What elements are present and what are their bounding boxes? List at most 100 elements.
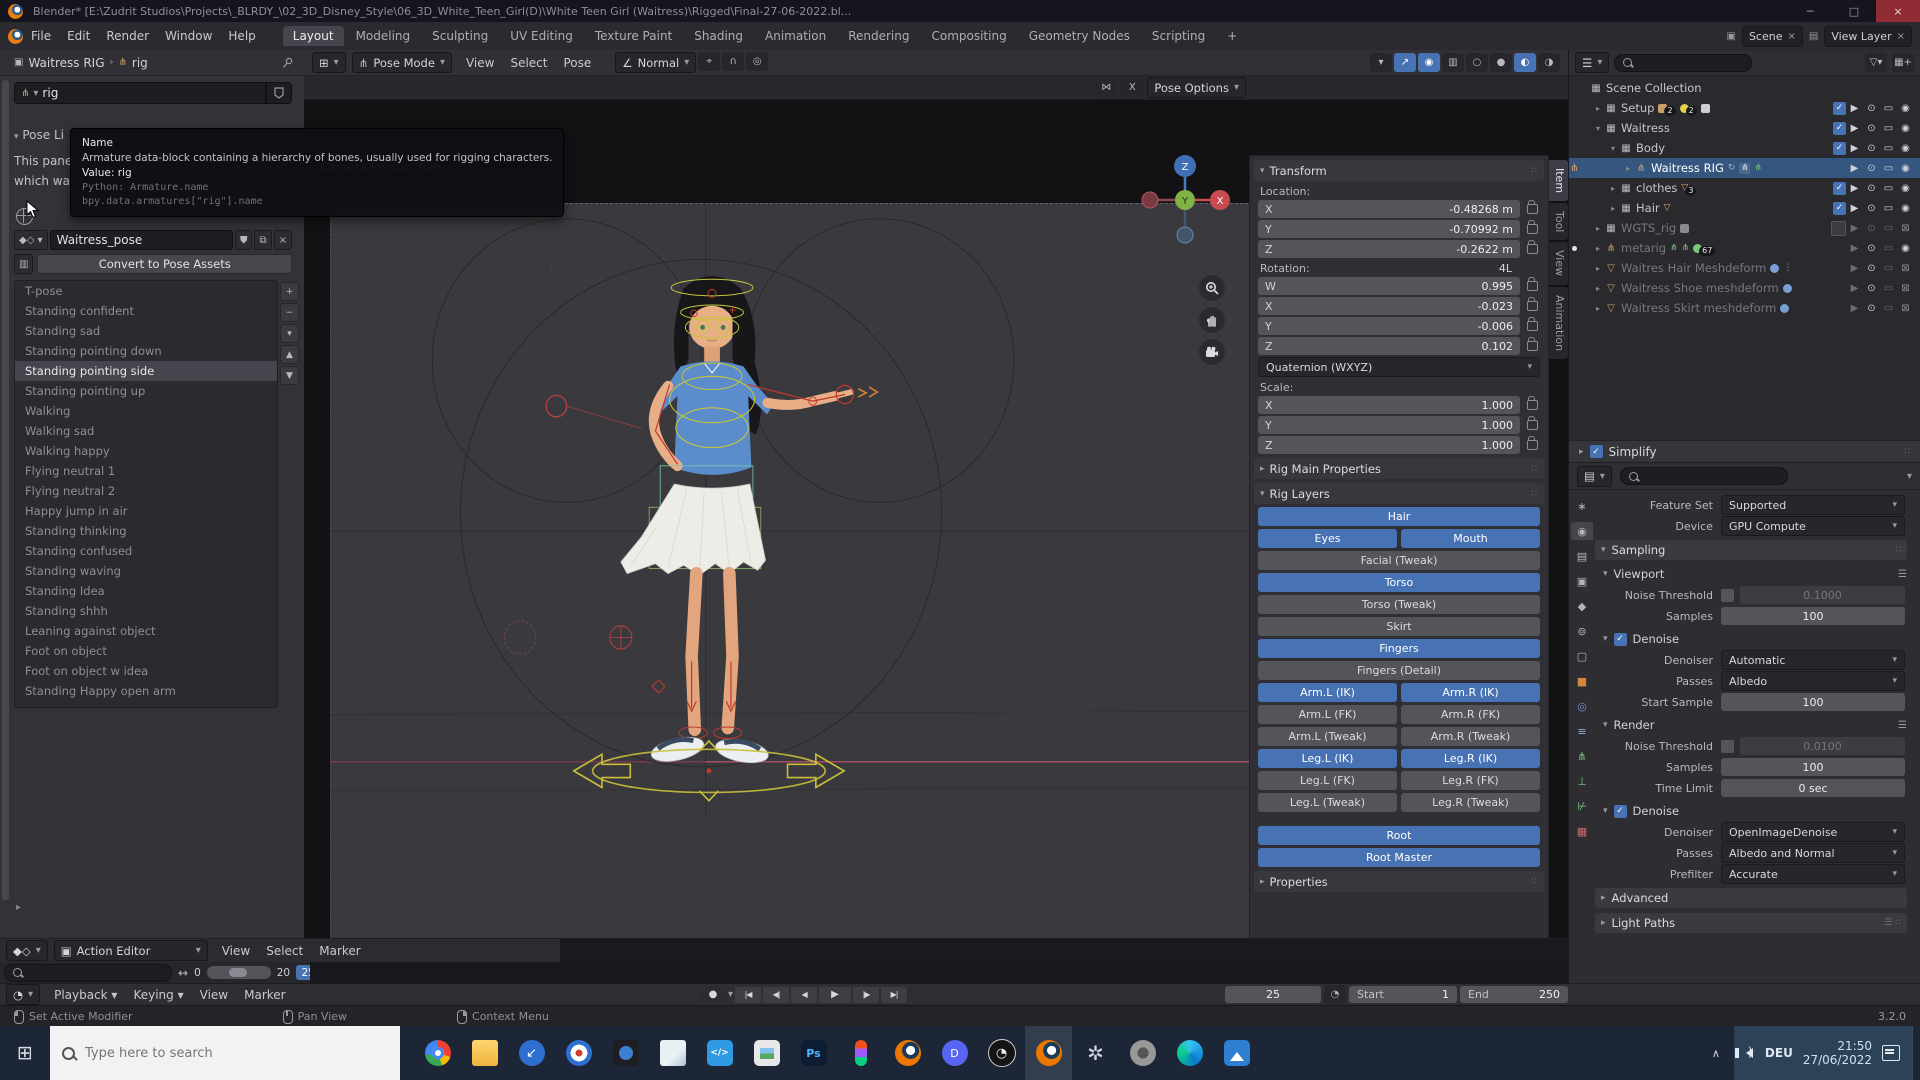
workspace-tab-sculpting[interactable]: Sculpting (422, 26, 498, 46)
cursor-toggle-icon[interactable]: ▶ (1846, 103, 1863, 114)
noise-threshold-checkbox[interactable] (1721, 740, 1734, 753)
rig-layer-button-leg-r-fk[interactable]: Leg.R (FK) (1401, 771, 1540, 790)
overlays-icon[interactable]: ◉ (1418, 53, 1440, 72)
passes-dropdown[interactable]: Albedo▾ (1721, 671, 1905, 691)
rig-layer-button-arm-r-ik[interactable]: Arm.R (IK) (1401, 683, 1540, 702)
proportional-editing-icon[interactable]: ◎ (746, 52, 768, 71)
taskbar-app-obs-studio[interactable]: ◔ (978, 1026, 1025, 1080)
pose-item-t-pose[interactable]: T-pose (15, 281, 277, 301)
snap-magnet-icon[interactable]: ∩ (722, 52, 744, 71)
maximize-button[interactable]: □ (1832, 0, 1876, 22)
screen-toggle-icon[interactable]: ▭ (1880, 303, 1897, 314)
pose-library-panel-header[interactable]: ▾ Pose Li (14, 128, 64, 142)
properties-tab-bone[interactable]: ⊥ (1571, 772, 1593, 790)
time-limit-field[interactable]: 0 sec (1721, 779, 1905, 797)
unlock-icon[interactable] (1527, 420, 1538, 430)
pose-list[interactable]: T-poseStanding confidentStanding sadStan… (14, 280, 278, 708)
play-button[interactable]: ▶ (819, 987, 851, 1003)
unlock-icon[interactable] (1527, 321, 1538, 331)
dope-sheet-search[interactable] (4, 964, 172, 982)
outliner-search[interactable] (1614, 54, 1752, 72)
pose-item-standing-pointing-down[interactable]: Standing pointing down (15, 341, 277, 361)
camera-toggle-icon[interactable]: ◉ (1897, 243, 1914, 254)
outliner-row-body[interactable]: ▾▦Body✓▶⊙▭◉ (1569, 138, 1920, 158)
workspace-tab-layout[interactable]: Layout (283, 26, 344, 46)
taskbar-app-edge[interactable] (1166, 1026, 1213, 1080)
menu-edit[interactable]: Edit (59, 22, 98, 50)
viewport-menu-select[interactable]: Select (502, 49, 555, 77)
collection-checkbox[interactable]: ✓ (1833, 122, 1846, 135)
taskbar-app-figma[interactable] (837, 1026, 884, 1080)
rig-layer-button-arm-r-fk[interactable]: Arm.R (FK) (1401, 705, 1540, 724)
rig-layer-button-leg-l-ik[interactable]: Leg.L (IK) (1258, 749, 1397, 768)
panel-header-sampling[interactable]: ▾Sampling∷ (1595, 540, 1907, 560)
properties-tab-render[interactable]: ◉ (1571, 522, 1593, 540)
eye-toggle-icon[interactable]: ⊙ (1863, 243, 1880, 254)
eye-toggle-icon[interactable]: ⊙ (1863, 303, 1880, 314)
properties-tab-object-data[interactable]: ⋔ (1571, 747, 1593, 765)
taskbar-app-idm[interactable]: ↙ (508, 1026, 555, 1080)
end-frame-field[interactable]: End250 (1460, 986, 1568, 1003)
cursor-toggle-icon[interactable]: ▶ (1846, 163, 1863, 174)
properties-tab-scene[interactable]: ◆ (1571, 597, 1593, 615)
taskbar-app-blender-active[interactable] (1025, 1026, 1072, 1080)
feature-set-dropdown[interactable]: Supported▾ (1721, 495, 1905, 515)
taskbar-search-input[interactable] (83, 1045, 367, 1062)
pose-options-dropdown[interactable]: Pose Options ▾ (1147, 77, 1246, 98)
blender-menu-icon[interactable] (8, 29, 23, 44)
pose-item-foot-on-object[interactable]: Foot on object (15, 641, 277, 661)
properties-tab-physics[interactable]: ◎ (1571, 697, 1593, 715)
viewport-menu-pose[interactable]: Pose (555, 49, 599, 77)
taskbar-app-settings[interactable]: ✲ (1072, 1026, 1119, 1080)
properties-tab-world[interactable]: ⊚ (1571, 622, 1593, 640)
remove-pose-button[interactable]: − (280, 303, 299, 322)
rig-main-properties-header[interactable]: ▸Rig Main Properties∷ (1254, 458, 1544, 479)
eye-toggle-icon[interactable]: ⊙ (1863, 143, 1880, 154)
screen-toggle-icon[interactable]: ▭ (1880, 203, 1897, 214)
play-reverse-button[interactable]: ◀ (791, 987, 817, 1003)
shading-rendered-icon[interactable]: ◑ (1538, 53, 1560, 72)
action-editor-mode-selector[interactable]: ▣ Action Editor ▾ (54, 940, 208, 961)
expand-icon[interactable]: ▸ (1592, 104, 1604, 113)
gizmos-icon[interactable]: ↗ (1394, 53, 1416, 72)
rig-layer-button-arm-l-fk[interactable]: Arm.L (FK) (1258, 705, 1397, 724)
mirror-x-toggle[interactable]: X (1121, 78, 1143, 97)
pin-icon[interactable] (282, 57, 294, 69)
outliner-row-waitress-skirt-meshdeform[interactable]: ▸▽Waitress Skirt meshdeform▶⊙▭⊠ (1569, 298, 1920, 318)
rig-layer-button-eyes[interactable]: Eyes (1258, 529, 1397, 548)
pose-item-standing-waving[interactable]: Standing waving (15, 561, 277, 581)
device-dropdown[interactable]: GPU Compute▾ (1721, 516, 1905, 536)
clock-tray-block[interactable]: DEU 21:5027/06/2022 (1734, 1026, 1912, 1080)
rig-layer-button-arm-l-ik[interactable]: Arm.L (IK) (1258, 683, 1397, 702)
workspace-tab-geometry-nodes[interactable]: Geometry Nodes (1019, 26, 1140, 46)
pan-hand-button[interactable] (1199, 307, 1225, 333)
pivot-point-icon[interactable]: ⌖ (698, 52, 720, 71)
rig-layer-button-torso[interactable]: Torso (1258, 573, 1540, 592)
prev-keyframe-button[interactable]: ◀| (763, 987, 789, 1003)
cursor-toggle-icon[interactable]: ▶ (1846, 263, 1863, 274)
panel-header-light-paths[interactable]: ▸Light Paths☰ ∷ (1595, 913, 1907, 933)
menu-window[interactable]: Window (157, 22, 220, 50)
noise-threshold-field[interactable]: 0.1000 (1740, 586, 1905, 604)
eye-toggle-icon[interactable]: ⊙ (1863, 203, 1880, 214)
navigation-gizmo[interactable]: Z X Y (1140, 155, 1230, 245)
camera-toggle-icon[interactable]: ◉ (1897, 203, 1914, 214)
location-z-field[interactable]: Z-0.2622 m (1258, 240, 1520, 258)
collection-checkbox[interactable]: ✓ (1833, 142, 1846, 155)
shading-wireframe-icon[interactable]: ○ (1466, 53, 1488, 72)
taskbar-app-notepad[interactable] (649, 1026, 696, 1080)
taskbar-app-vlc[interactable] (555, 1026, 602, 1080)
camera-toggle-icon[interactable]: ◉ (1897, 143, 1914, 154)
rig-layer-button-skirt[interactable]: Skirt (1258, 617, 1540, 636)
camera-view-button[interactable] (1199, 339, 1225, 365)
workspace-tab-compositing[interactable]: Compositing (921, 26, 1016, 46)
convert-to-pose-assets-button[interactable]: Convert to Pose Assets (37, 254, 292, 274)
properties-tab-object[interactable]: ■ (1571, 672, 1593, 690)
rig-layer-button-hair[interactable]: Hair (1258, 507, 1540, 526)
screen-toggle-icon[interactable]: ▭ (1880, 243, 1897, 254)
eye-toggle-icon[interactable]: ⊙ (1863, 263, 1880, 274)
expand-icon[interactable]: ▸ (1607, 204, 1619, 213)
camera-toggle-icon[interactable]: ⊠ (1897, 283, 1914, 294)
jump-to-end-button[interactable]: ▶| (881, 987, 907, 1003)
workspace-tab-modeling[interactable]: Modeling (346, 26, 421, 46)
